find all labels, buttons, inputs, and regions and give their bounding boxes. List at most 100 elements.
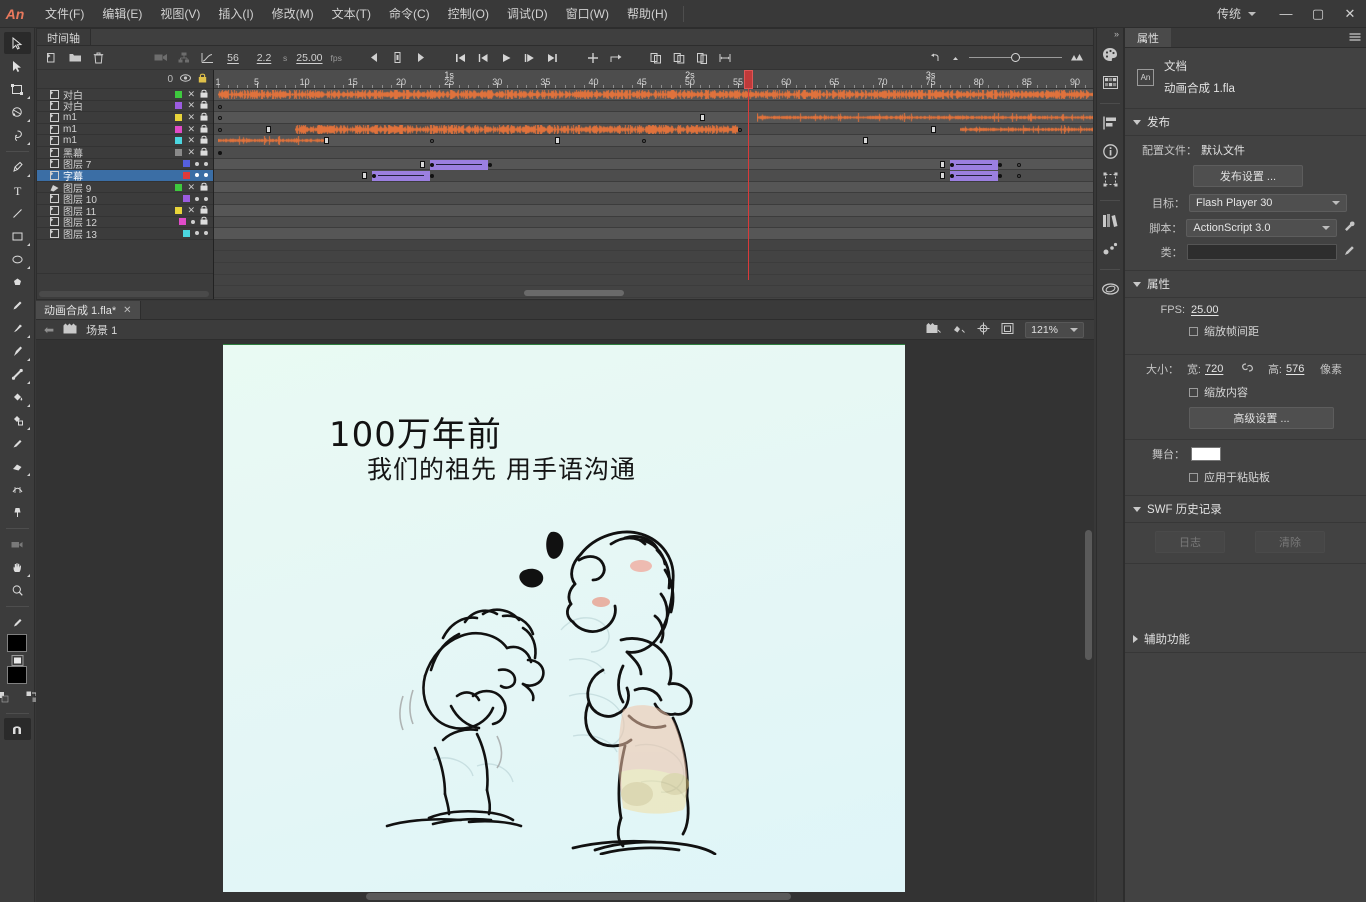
rectangle-tool[interactable] xyxy=(4,225,31,247)
layer-visibility-toggle[interactable]: ✕ xyxy=(187,89,195,99)
lasso-tool[interactable] xyxy=(4,124,31,146)
layer-row-4[interactable]: m1 ✕ xyxy=(37,124,213,136)
stage-zoom-select[interactable]: 121% xyxy=(1025,321,1084,338)
paint-bucket-tool[interactable] xyxy=(4,386,31,408)
blank-keyframe[interactable] xyxy=(940,160,946,168)
playhead-marker[interactable] xyxy=(743,70,753,89)
frame-row-4[interactable] xyxy=(214,123,1093,136)
edit-scene-icon[interactable] xyxy=(926,322,941,337)
eraser-tool[interactable] xyxy=(4,455,31,477)
frames-area[interactable]: 1510152025303540455055606570758085909510… xyxy=(214,70,1093,299)
stage-color-swatch[interactable] xyxy=(1191,447,1221,461)
blank-keyframe[interactable] xyxy=(863,137,869,145)
zoom-in-frames-icon[interactable] xyxy=(1069,51,1083,65)
stage-title-text[interactable]: 100万年前 xyxy=(329,407,502,456)
frame-row-5[interactable] xyxy=(214,135,1093,147)
edit-class-icon[interactable] xyxy=(1343,244,1356,260)
current-frame-field[interactable]: 56 xyxy=(222,52,244,64)
menu-file[interactable]: 文件(F) xyxy=(36,1,93,26)
new-layer-icon[interactable] xyxy=(45,51,59,65)
minimize-button[interactable]: — xyxy=(1270,0,1302,28)
height-field[interactable]: 576 xyxy=(1286,363,1316,375)
layer-lock-toggle[interactable] xyxy=(200,89,208,100)
layer-row-3[interactable]: m1 ✕ xyxy=(37,112,213,124)
layer-lock-toggle[interactable] xyxy=(200,100,208,111)
reset-timeline-zoom-icon[interactable] xyxy=(927,51,941,65)
profile-value[interactable]: 默认文件 xyxy=(1201,142,1245,158)
zoom-slider-knob[interactable] xyxy=(1011,53,1020,62)
keyframe[interactable] xyxy=(487,162,492,167)
ink-bottle-tool[interactable] xyxy=(4,409,31,431)
layer-visibility-toggle[interactable]: ✕ xyxy=(187,182,195,192)
center-frame-icon[interactable] xyxy=(586,51,600,65)
edit-symbols-icon[interactable] xyxy=(952,322,966,337)
keyframe[interactable] xyxy=(429,162,434,167)
end-frame-marker[interactable] xyxy=(218,127,222,132)
layer-row-13[interactable]: 图层 13 xyxy=(37,228,213,241)
motion-tween-span[interactable] xyxy=(949,171,999,182)
maximize-button[interactable]: ▢ xyxy=(1302,0,1334,28)
layer-lock-toggle[interactable] xyxy=(200,147,208,158)
camera-timeline-icon[interactable] xyxy=(154,51,168,65)
oval-tool[interactable] xyxy=(4,248,31,270)
frame-grid[interactable] xyxy=(214,89,1093,299)
layer-visibility-toggle[interactable] xyxy=(195,161,199,166)
end-frame-marker[interactable] xyxy=(429,139,434,144)
apply-clipboard-checkbox[interactable]: 应用于粘贴板 xyxy=(1189,469,1270,485)
frame-row-9[interactable] xyxy=(214,181,1093,194)
menu-view[interactable]: 视图(V) xyxy=(151,1,209,26)
publish-settings-button[interactable]: 发布设置 ... xyxy=(1193,165,1303,187)
stage-horizontal-scrollbar[interactable] xyxy=(366,893,791,900)
onion-skin-prev-icon[interactable] xyxy=(368,51,382,65)
timeline-horizontal-scrollbar[interactable] xyxy=(524,290,624,296)
layer-lock-toggle[interactable] xyxy=(200,216,208,227)
end-frame-marker[interactable] xyxy=(1017,162,1022,167)
motion-tween-span[interactable] xyxy=(372,171,430,182)
motion-tween-span[interactable] xyxy=(949,159,999,170)
center-stage-icon[interactable] xyxy=(977,322,990,338)
frame-row-6[interactable] xyxy=(214,146,1093,159)
go-to-last-frame-icon[interactable] xyxy=(546,51,560,65)
stroke-color-swatch[interactable] xyxy=(7,634,27,652)
close-button[interactable]: ✕ xyxy=(1334,0,1366,28)
width-tool[interactable] xyxy=(4,478,31,500)
breadcrumb-scene[interactable]: 场景 1 xyxy=(86,322,117,338)
fill-color-swatch[interactable] xyxy=(7,666,27,684)
layer-lock-toggle[interactable] xyxy=(204,231,208,236)
pin-tool[interactable] xyxy=(4,501,31,523)
layer-lock-toggle[interactable] xyxy=(200,182,208,193)
swf-clear-button[interactable]: 清除 xyxy=(1255,531,1325,553)
layer-visibility-toggle[interactable]: ✕ xyxy=(187,147,195,157)
section-attributes[interactable]: 属性 xyxy=(1125,271,1366,298)
blank-keyframe[interactable] xyxy=(930,125,936,133)
layer-visibility-toggle[interactable] xyxy=(191,219,195,224)
stage-area[interactable]: 100万年前 我们的祖先 用手语沟通 xyxy=(36,340,1094,902)
end-frame-marker[interactable] xyxy=(1017,174,1022,179)
advanced-layers-icon[interactable] xyxy=(177,51,191,65)
menu-insert[interactable]: 插入(I) xyxy=(209,1,262,26)
menu-commands[interactable]: 命令(C) xyxy=(380,1,439,26)
loop-range-icon[interactable] xyxy=(609,51,623,65)
menu-edit[interactable]: 编辑(E) xyxy=(93,1,151,26)
bone-tool[interactable] xyxy=(4,363,31,385)
stage-subtitle-text[interactable]: 我们的祖先 用手语沟通 xyxy=(367,450,636,486)
menu-help[interactable]: 帮助(H) xyxy=(618,1,677,26)
layer-lock-toggle[interactable] xyxy=(204,161,208,166)
blank-keyframe[interactable] xyxy=(323,137,329,145)
scale-spacing-checkbox[interactable]: 缩放帧间距 xyxy=(1189,323,1259,339)
layer-visibility-toggle[interactable]: ✕ xyxy=(187,136,195,145)
layer-lock-toggle[interactable] xyxy=(204,196,208,201)
fps-field[interactable]: 25.00 xyxy=(1191,304,1219,316)
section-accessibility[interactable]: 辅助功能 xyxy=(1125,626,1366,653)
tab-timeline[interactable]: 时间轴 xyxy=(37,29,91,45)
fit-frames-icon[interactable] xyxy=(718,51,732,65)
info-icon[interactable] xyxy=(1099,139,1121,163)
layer-visibility-toggle[interactable] xyxy=(195,196,199,201)
align-icon[interactable] xyxy=(1099,111,1121,135)
play-icon[interactable] xyxy=(500,51,514,65)
brush-tool[interactable] xyxy=(4,317,31,339)
zoom-out-frames-icon[interactable] xyxy=(948,51,962,65)
blank-keyframe[interactable] xyxy=(420,160,426,168)
end-frame-marker[interactable] xyxy=(641,139,646,144)
layer-visibility-toggle[interactable] xyxy=(195,173,199,178)
